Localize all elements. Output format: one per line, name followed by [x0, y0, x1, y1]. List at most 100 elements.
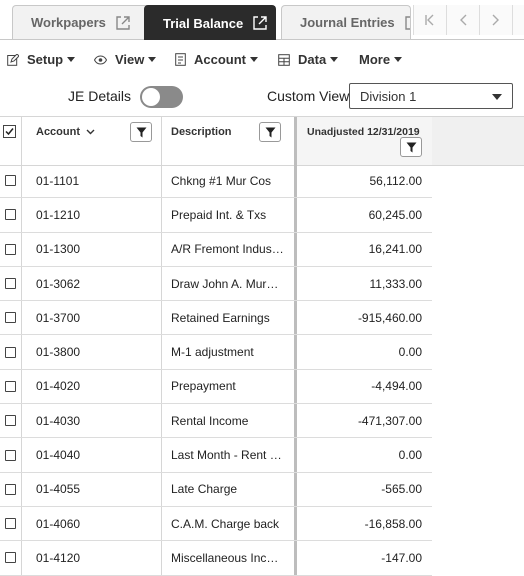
- setup-menu[interactable]: Setup: [7, 52, 76, 67]
- select-all-checkbox[interactable]: [3, 125, 16, 138]
- account-cell: 01-4120: [22, 541, 162, 575]
- description-cell: Miscellaneous Inco…: [162, 541, 294, 574]
- options-row: JE Details Custom View Division 1: [0, 78, 524, 116]
- description-text: Miscellaneous Inco…: [171, 550, 284, 565]
- row-checkbox-cell: [0, 404, 22, 438]
- description-text: Prepayment: [171, 379, 236, 394]
- row-checkbox[interactable]: [5, 346, 16, 358]
- row-checkbox-cell: [0, 506, 22, 541]
- table-row[interactable]: 01-3062 Draw John A. Murphy 11,333.00: [0, 266, 432, 302]
- account-cell: 01-1101: [22, 164, 162, 198]
- unadjusted-filter-button[interactable]: [400, 137, 422, 157]
- table-row[interactable]: 01-4120 Miscellaneous Inco… -147.00: [0, 541, 432, 576]
- row-checkbox[interactable]: [5, 243, 16, 255]
- je-details-toggle[interactable]: [139, 85, 184, 109]
- filter-icon: [265, 127, 275, 137]
- unadjusted-value-cell: 0.00: [294, 438, 432, 472]
- edit-icon: [7, 53, 19, 66]
- table-row[interactable]: 01-1300 A/R Fremont Indus… 16,241.00: [0, 232, 432, 267]
- row-checkbox[interactable]: [5, 175, 16, 187]
- previous-tab-icon[interactable]: [446, 5, 479, 35]
- data-grid-icon: [278, 53, 290, 66]
- view-menu-label: View: [115, 52, 145, 67]
- tab-journal-entries[interactable]: Journal Entries: [281, 5, 411, 39]
- account-cell: 01-3800: [22, 335, 162, 369]
- row-checkbox[interactable]: [5, 312, 16, 324]
- description-text: M-1 adjustment: [171, 345, 254, 360]
- description-cell: Chkng #1 Mur Cos: [162, 164, 294, 197]
- grid-header: Account Description Unadjusted 12/31/201…: [0, 116, 524, 166]
- row-checkbox[interactable]: [5, 415, 16, 427]
- row-checkbox[interactable]: [5, 518, 16, 530]
- filter-icon: [136, 127, 146, 137]
- account-cell: 01-4060: [22, 506, 162, 541]
- custom-view-select[interactable]: Division 1: [349, 83, 513, 109]
- row-checkbox[interactable]: [5, 209, 16, 221]
- table-row[interactable]: 01-3800 M-1 adjustment 0.00: [0, 335, 432, 370]
- row-checkbox-cell: [0, 369, 22, 404]
- unadjusted-value-cell: 60,245.00: [294, 198, 432, 232]
- view-menu[interactable]: View: [94, 52, 157, 67]
- next-tab-icon[interactable]: [479, 5, 512, 35]
- more-menu[interactable]: More: [359, 52, 403, 67]
- row-checkbox[interactable]: [5, 483, 16, 495]
- row-checkbox[interactable]: [5, 278, 16, 290]
- custom-view-label: Custom View: [267, 88, 350, 104]
- description-text: Retained Earnings: [171, 310, 270, 325]
- table-row[interactable]: 01-4060 C.A.M. Charge back -16,858.00: [0, 506, 432, 542]
- description-cell: Prepayment: [162, 370, 294, 403]
- account-column-header[interactable]: Account: [22, 117, 162, 165]
- open-external-icon[interactable]: [253, 16, 267, 30]
- open-external-icon[interactable]: [116, 15, 130, 30]
- description-cell: Late Charge: [162, 473, 294, 506]
- tab-workpapers-label: Workpapers: [31, 15, 106, 30]
- account-menu[interactable]: Account: [175, 52, 258, 67]
- data-menu[interactable]: Data: [278, 52, 339, 67]
- first-tab-icon[interactable]: [413, 5, 446, 35]
- row-checkbox[interactable]: [5, 449, 16, 461]
- open-external-icon[interactable]: [404, 15, 410, 30]
- last-tab-icon[interactable]: [512, 5, 524, 35]
- table-row[interactable]: 01-1210 Prepaid Int. & Txs 60,245.00: [0, 198, 432, 233]
- table-row[interactable]: 01-1101 Chkng #1 Mur Cos 56,112.00: [0, 164, 432, 199]
- custom-view-value: Division 1: [360, 88, 417, 104]
- unadjusted-value-cell: -915,460.00: [294, 301, 432, 335]
- row-checkbox-cell: [0, 335, 22, 369]
- description-text: A/R Fremont Indus…: [171, 242, 284, 257]
- row-checkbox[interactable]: [5, 380, 16, 392]
- tab-strip: Workpapers Trial Balance Journal Entries: [0, 0, 524, 40]
- table-row[interactable]: 01-3700 Retained Earnings -915,460.00: [0, 301, 432, 336]
- description-cell: Rental Income: [162, 404, 294, 437]
- table-row[interactable]: 01-4055 Late Charge -565.00: [0, 472, 432, 507]
- account-cell: 01-3062: [22, 266, 162, 301]
- table-row[interactable]: 01-4040 Last Month - Rent I… 0.00: [0, 438, 432, 473]
- account-filter-button[interactable]: [130, 122, 152, 142]
- table-row[interactable]: 01-4030 Rental Income -471,307.00: [0, 404, 432, 439]
- tab-trial-balance[interactable]: Trial Balance: [144, 5, 276, 40]
- account-column-label: Account: [36, 126, 80, 138]
- unadjusted-value-cell: -565.00: [294, 472, 432, 506]
- description-filter-button[interactable]: [259, 122, 281, 142]
- table-row[interactable]: 01-4020 Prepayment -4,494.00: [0, 369, 432, 405]
- toolbar: Setup View Account Data More: [0, 40, 524, 78]
- account-cell: 01-4020: [22, 369, 162, 404]
- row-checkbox[interactable]: [5, 552, 16, 564]
- row-checkbox-cell: [0, 198, 22, 232]
- description-column-header[interactable]: Description: [162, 117, 294, 165]
- unadjusted-column-header[interactable]: Unadjusted 12/31/2019: [294, 117, 432, 165]
- account-menu-label: Account: [194, 52, 246, 67]
- chevron-down-icon: [394, 57, 403, 62]
- account-cell: 01-4040: [22, 438, 162, 472]
- row-checkbox-cell: [0, 541, 22, 575]
- description-text: C.A.M. Charge back: [171, 516, 280, 531]
- tab-workpapers[interactable]: Workpapers: [12, 5, 166, 39]
- description-cell: A/R Fremont Indus…: [162, 233, 294, 266]
- sort-descending-icon[interactable]: [86, 129, 95, 135]
- description-text: Last Month - Rent I…: [171, 448, 284, 463]
- row-checkbox-cell: [0, 472, 22, 506]
- description-cell: Draw John A. Murphy: [162, 267, 294, 300]
- description-cell: Prepaid Int. & Txs: [162, 198, 294, 231]
- account-book-icon: [175, 53, 186, 66]
- unadjusted-value-cell: 11,333.00: [294, 266, 432, 301]
- description-text: Late Charge: [171, 482, 238, 497]
